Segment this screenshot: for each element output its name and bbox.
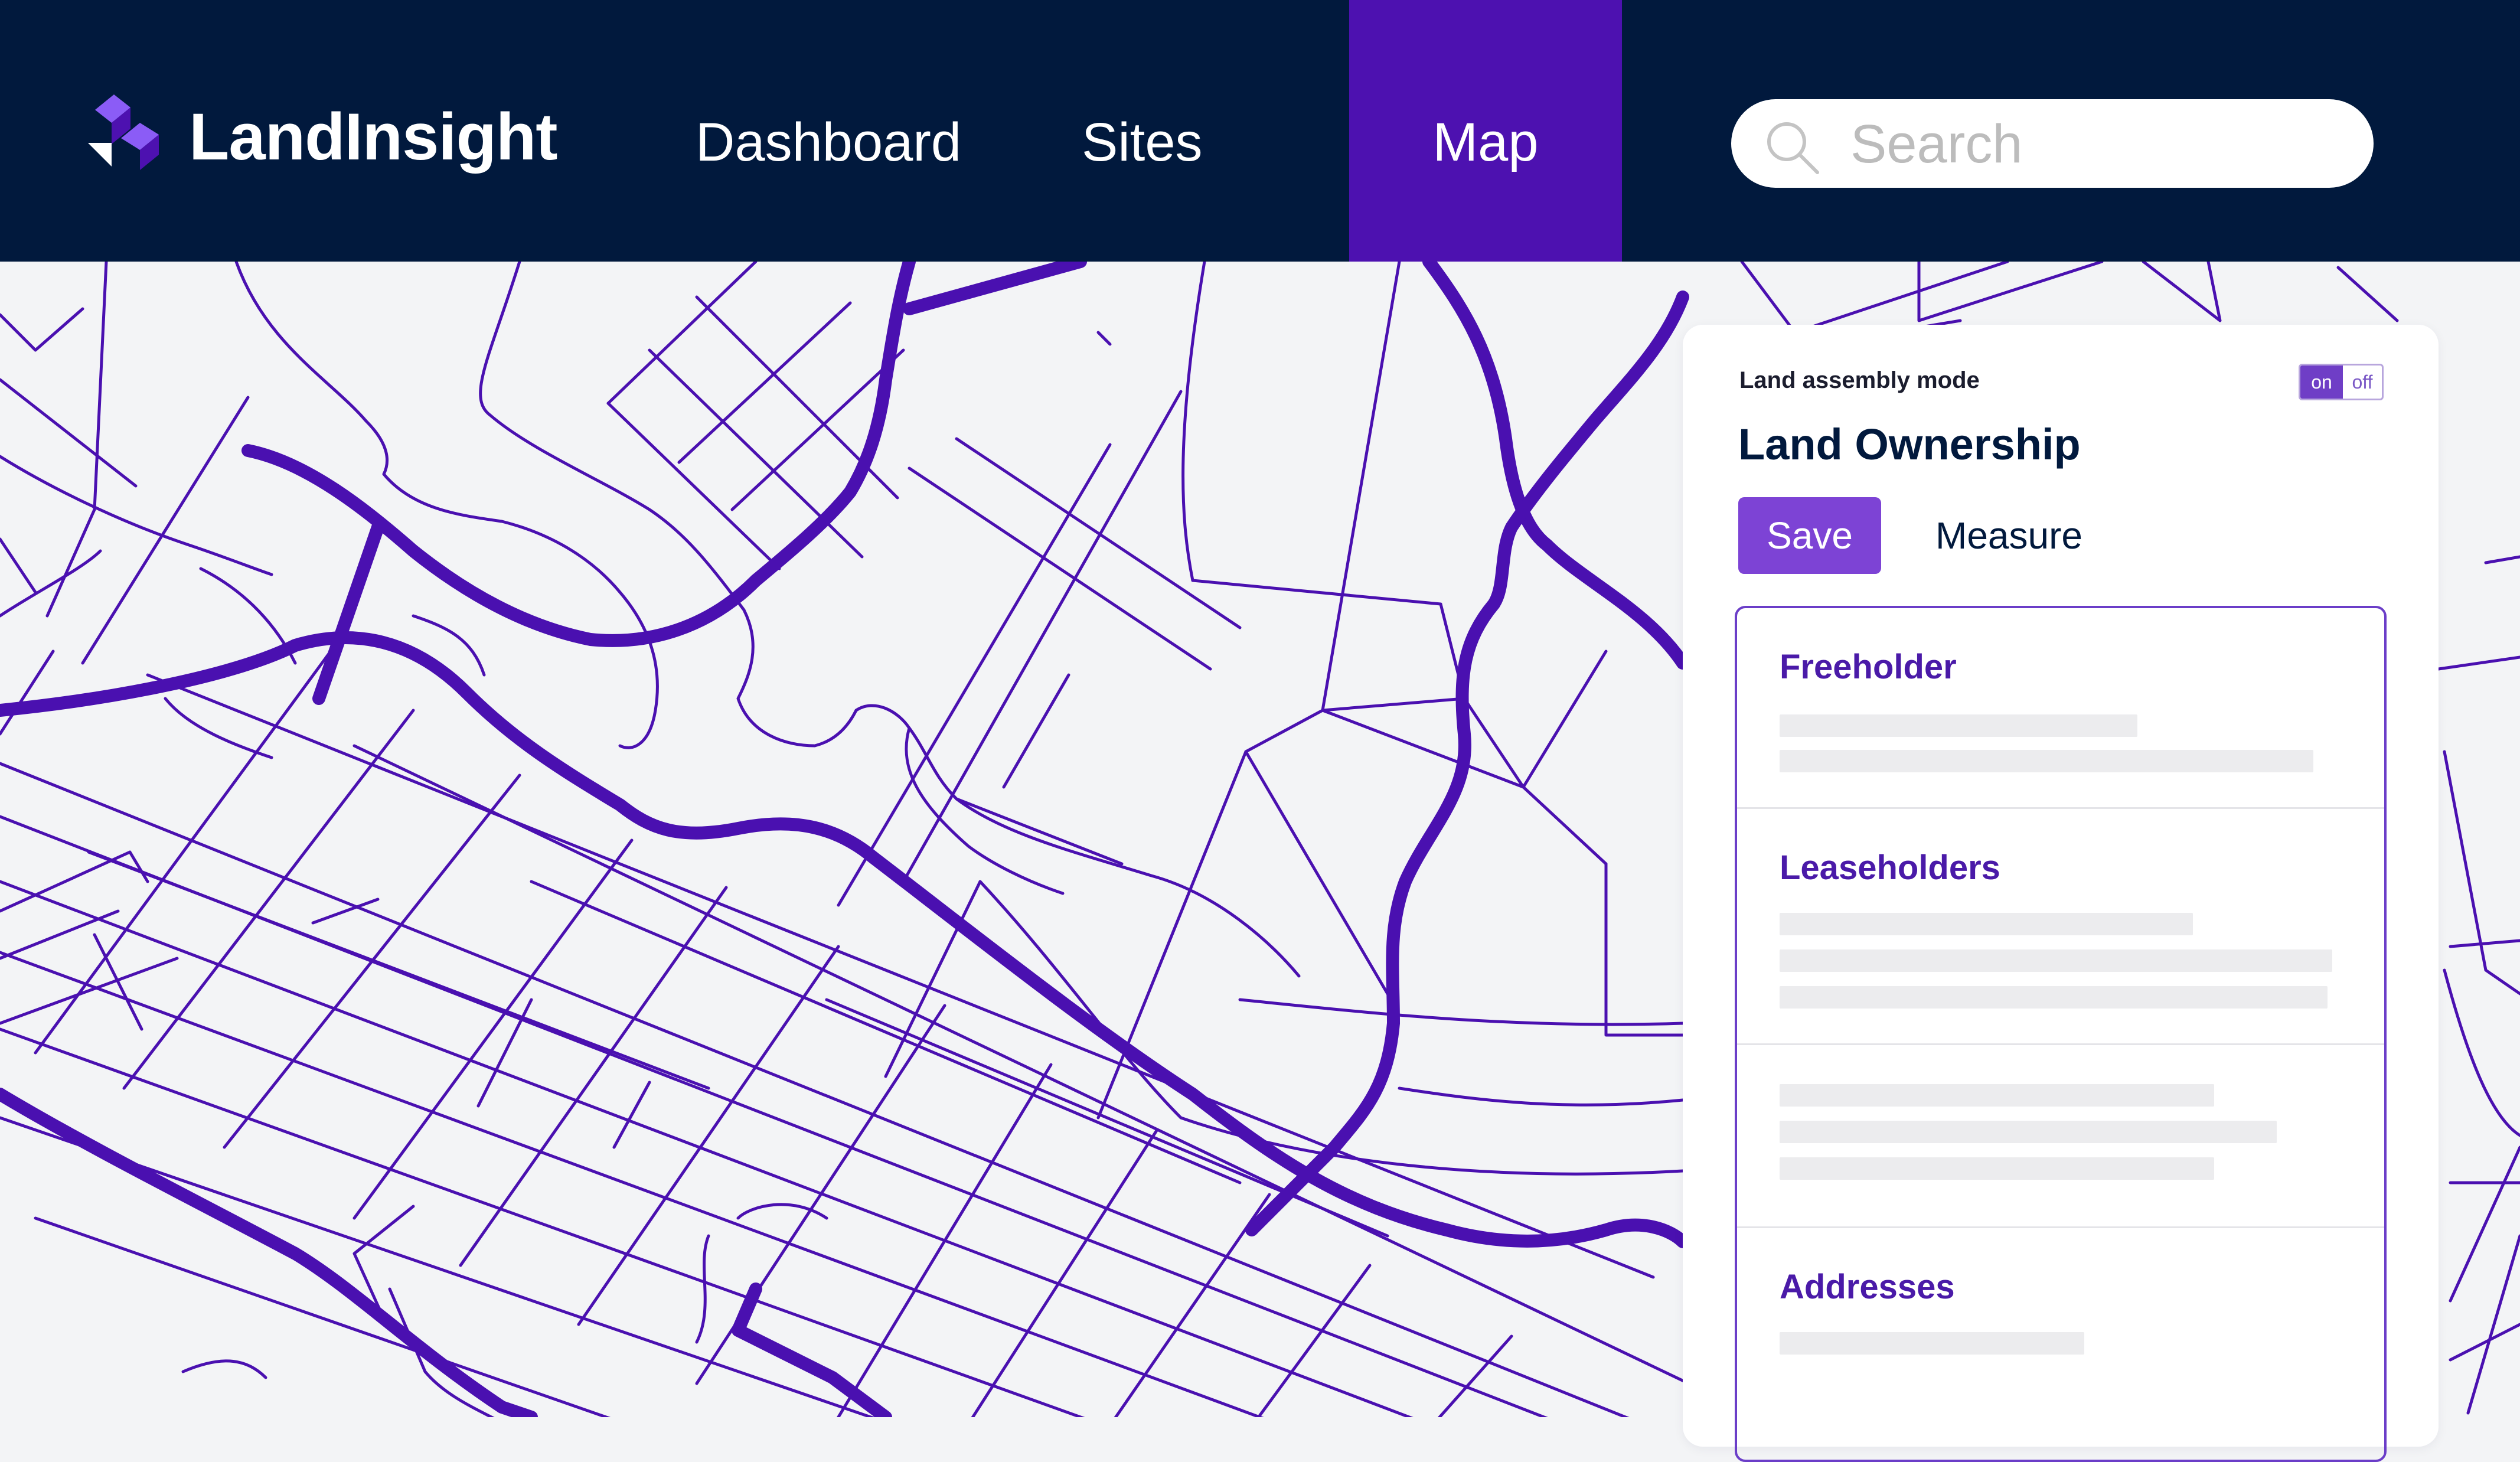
nav-map-active[interactable]: Map [1349, 0, 1622, 262]
nav-sites[interactable]: Sites [1082, 0, 1203, 262]
land-assembly-mode-toggle[interactable]: on off [2299, 364, 2384, 400]
placeholder-line [1780, 1157, 2214, 1180]
measure-button[interactable]: Measure [1935, 497, 2082, 574]
search-icon [1767, 122, 1819, 174]
save-button[interactable]: Save [1738, 497, 1881, 574]
placeholder-line [1780, 1121, 2277, 1143]
panel-title: Land Ownership [1738, 420, 2081, 469]
details-section[interactable] [1737, 1045, 2384, 1228]
addresses-section[interactable]: Addresses [1737, 1228, 2384, 1460]
placeholder-line [1780, 949, 2332, 972]
section-title: Leaseholders [1780, 849, 2000, 887]
top-nav-bar: LandInsight Dashboard Sites Map [0, 0, 2520, 262]
section-title: Freeholder [1780, 648, 1957, 686]
toggle-on-option[interactable]: on [2300, 366, 2343, 399]
land-ownership-panel: Land assembly mode on off Land Ownership… [1683, 325, 2439, 1462]
search-box[interactable] [1731, 99, 2374, 189]
placeholder-line [1780, 1084, 2214, 1107]
search-input[interactable] [1849, 99, 2359, 189]
freeholder-section[interactable]: Freeholder [1737, 608, 2384, 809]
logo[interactable]: LandInsight [86, 86, 676, 180]
leaseholders-section[interactable]: Leaseholders [1737, 809, 2384, 1045]
nav-dashboard[interactable]: Dashboard [696, 0, 961, 262]
landinsight-logo-icon [88, 94, 159, 170]
placeholder-line [1780, 714, 2137, 737]
placeholder-line [1780, 913, 2193, 935]
toggle-off-option[interactable]: off [2343, 366, 2382, 399]
placeholder-line [1780, 986, 2328, 1009]
placeholder-line [1780, 750, 2313, 772]
land-assembly-mode-label: Land assembly mode [1739, 367, 1980, 393]
placeholder-line [1780, 1332, 2084, 1355]
ownership-sections: Freeholder Leaseholders Addresses [1735, 606, 2387, 1462]
section-title: Addresses [1780, 1268, 1955, 1306]
logo-text: LandInsight [189, 100, 558, 174]
